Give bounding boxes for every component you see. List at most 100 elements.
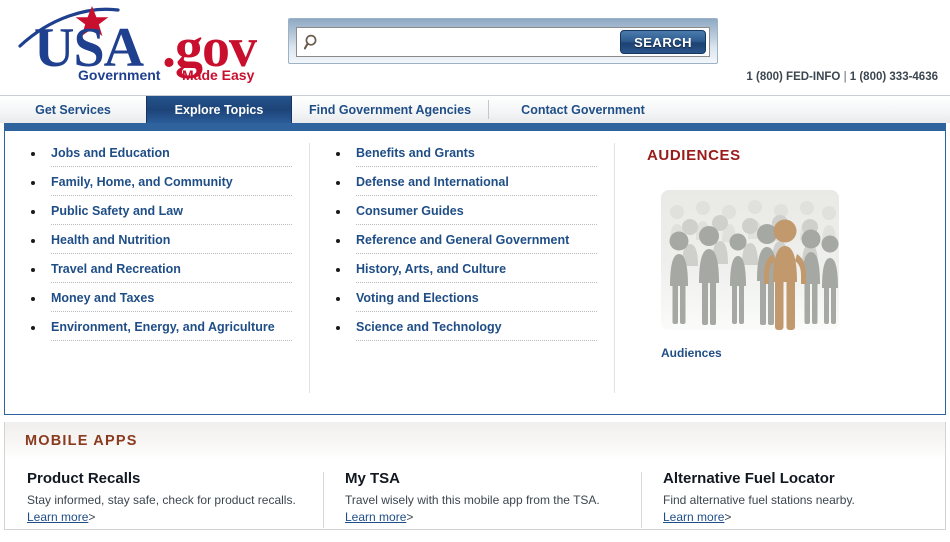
tab-label: Find Government Agencies xyxy=(308,102,472,117)
bullet-icon xyxy=(31,268,35,272)
divider xyxy=(356,253,597,254)
list-item: Voting and Elections xyxy=(334,290,597,312)
app-title: Alternative Fuel Locator xyxy=(663,470,835,487)
divider xyxy=(51,195,292,196)
topic-link[interactable]: Defense and International xyxy=(356,174,597,195)
contact-phone-numbers: 1 (800) FED-INFO | 1 (800) 333-4636 xyxy=(746,71,938,83)
mobile-app-card: My TSA Travel wisely with this mobile ap… xyxy=(323,470,641,529)
crowd-of-people-silhouettes-icon xyxy=(661,190,839,330)
topic-link[interactable]: Environment, Energy, and Agriculture xyxy=(51,319,292,340)
topic-link[interactable]: Jobs and Education xyxy=(51,145,292,166)
panel-top-accent-bar xyxy=(5,124,945,131)
topic-link[interactable]: Benefits and Grants xyxy=(356,145,597,166)
bullet-icon xyxy=(31,239,35,243)
tab-label: Explore Topics xyxy=(174,102,264,117)
bullet-icon xyxy=(336,181,340,185)
tab-contact-government[interactable]: Contact Government xyxy=(488,96,678,123)
list-item: Family, Home, and Community xyxy=(29,174,292,196)
divider xyxy=(356,282,597,283)
topic-link[interactable]: Health and Nutrition xyxy=(51,232,292,253)
site-header: USA .gov Government Made Easy SEARCH 1 (… xyxy=(0,0,950,95)
tab-get-services[interactable]: Get Services xyxy=(0,96,146,123)
divider xyxy=(356,195,597,196)
list-item: Health and Nutrition xyxy=(29,232,292,254)
mobile-apps-heading: MOBILE APPS xyxy=(25,432,138,449)
divider xyxy=(51,340,292,341)
list-item: Science and Technology xyxy=(334,319,597,341)
list-item: History, Arts, and Culture xyxy=(334,261,597,283)
bullet-icon xyxy=(336,239,340,243)
learn-more-link[interactable]: Learn more xyxy=(27,510,88,524)
topic-link[interactable]: Public Safety and Law xyxy=(51,203,292,224)
topic-link[interactable]: Consumer Guides xyxy=(356,203,597,224)
tab-label: Contact Government xyxy=(521,102,645,117)
divider xyxy=(356,224,597,225)
magnifier-icon xyxy=(297,28,327,56)
bullet-icon xyxy=(336,210,340,214)
list-item: Jobs and Education xyxy=(29,145,292,167)
logo-graphic: USA .gov Government Made Easy xyxy=(18,6,258,83)
learn-more-caret: > xyxy=(88,510,96,525)
search-input[interactable] xyxy=(327,29,621,55)
topic-link[interactable]: Travel and Recreation xyxy=(51,261,292,282)
search-box: SEARCH xyxy=(296,27,710,57)
list-item: Defense and International xyxy=(334,174,597,196)
search-button[interactable]: SEARCH xyxy=(620,30,706,54)
list-item: Reference and General Government xyxy=(334,232,597,254)
app-description: Stay informed, stay safe, check for prod… xyxy=(27,493,296,507)
bullet-icon xyxy=(31,210,35,214)
topic-link[interactable]: Reference and General Government xyxy=(356,232,597,253)
app-title: My TSA xyxy=(345,470,401,487)
list-item: Public Safety and Law xyxy=(29,203,292,225)
phone-secondary: 1 (800) 333-4636 xyxy=(849,71,938,83)
list-item: Travel and Recreation xyxy=(29,261,292,283)
bullet-icon xyxy=(336,152,340,156)
tab-find-government-agencies[interactable]: Find Government Agencies xyxy=(292,96,488,123)
audiences-heading: AUDIENCES xyxy=(647,147,741,164)
phone-separator: | xyxy=(843,71,847,83)
svg-text:Made Easy: Made Easy xyxy=(182,67,255,83)
search-frame: SEARCH xyxy=(288,18,718,64)
primary-navigation: Get Services Explore Topics Find Governm… xyxy=(0,95,950,123)
topics-column-left: Jobs and Education Family, Home, and Com… xyxy=(5,131,310,407)
topics-column-middle: Benefits and Grants Defense and Internat… xyxy=(310,131,615,407)
search-area: SEARCH xyxy=(288,18,718,64)
audiences-link[interactable]: Audiences xyxy=(661,346,722,360)
topic-link[interactable]: History, Arts, and Culture xyxy=(356,261,597,282)
mobile-apps-header: MOBILE APPS xyxy=(5,422,945,460)
mobile-app-card: Alternative Fuel Locator Find alternativ… xyxy=(641,470,945,529)
divider xyxy=(356,340,597,341)
audiences-image[interactable] xyxy=(661,190,945,335)
topic-list-left: Jobs and Education Family, Home, and Com… xyxy=(29,145,292,341)
list-item: Benefits and Grants xyxy=(334,145,597,167)
divider xyxy=(51,282,292,283)
learn-more-link[interactable]: Learn more xyxy=(345,510,406,524)
tab-explore-topics[interactable]: Explore Topics xyxy=(146,96,292,123)
mobile-apps-section: MOBILE APPS Product Recalls Stay informe… xyxy=(4,422,946,530)
audiences-column: AUDIENCES Audiences xyxy=(615,131,945,407)
mobile-apps-list: Product Recalls Stay informed, stay safe… xyxy=(5,460,945,529)
divider xyxy=(51,224,292,225)
tab-label: Get Services xyxy=(35,102,111,117)
app-description: Find alternative fuel stations nearby. xyxy=(663,493,855,507)
divider xyxy=(51,253,292,254)
topic-link[interactable]: Voting and Elections xyxy=(356,290,597,311)
topic-link[interactable]: Family, Home, and Community xyxy=(51,174,292,195)
learn-more-link[interactable]: Learn more xyxy=(663,510,724,524)
bullet-icon xyxy=(31,326,35,330)
phone-primary: 1 (800) FED-INFO xyxy=(746,71,841,83)
bullet-icon xyxy=(336,326,340,330)
learn-more-caret: > xyxy=(724,510,732,525)
panel-body: Jobs and Education Family, Home, and Com… xyxy=(5,131,945,407)
divider xyxy=(356,166,597,167)
usa-gov-logo[interactable]: USA .gov Government Made Easy xyxy=(10,4,280,84)
topic-link[interactable]: Science and Technology xyxy=(356,319,597,340)
divider xyxy=(356,311,597,312)
list-item: Money and Taxes xyxy=(29,290,292,312)
app-description: Travel wisely with this mobile app from … xyxy=(345,493,600,507)
topic-link[interactable]: Money and Taxes xyxy=(51,290,292,311)
svg-text:Government: Government xyxy=(78,67,161,83)
list-item: Consumer Guides xyxy=(334,203,597,225)
bullet-icon xyxy=(31,297,35,301)
bullet-icon xyxy=(336,297,340,301)
